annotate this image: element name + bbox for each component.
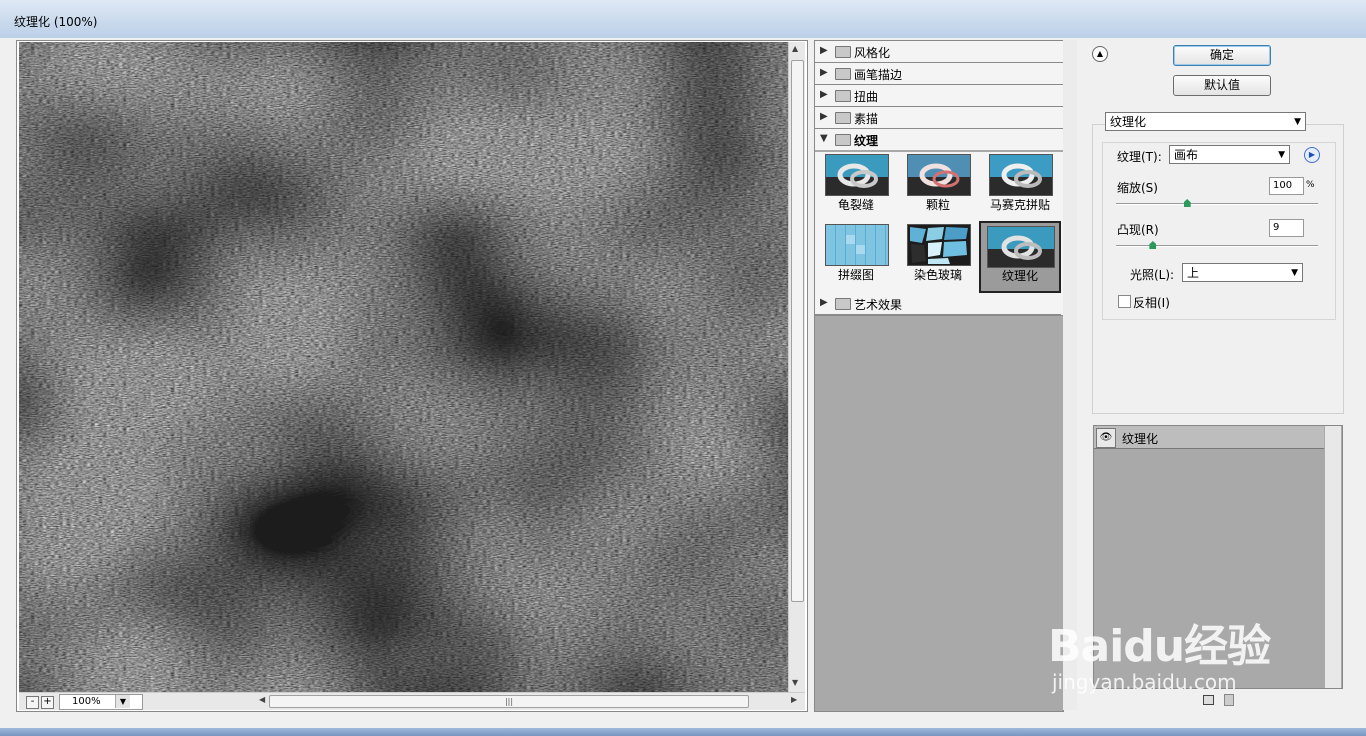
title-bar: 纹理化 (100%) <box>0 0 1366 39</box>
scale-input[interactable]: 100 <box>1269 177 1304 195</box>
light-select-value: 上 <box>1187 266 1200 280</box>
filter-caption: 拼缀图 <box>837 268 874 282</box>
grain-thumbnail <box>907 154 971 196</box>
effect-layer-row[interactable]: 👁 纹理化 <box>1094 426 1324 449</box>
folder-icon <box>835 68 851 80</box>
invert-label: 反相(I) <box>1133 296 1170 310</box>
craquelure-thumbnail <box>825 154 889 196</box>
scroll-up-icon[interactable]: ▲ <box>792 44 798 53</box>
relief-label: 凸现(R) <box>1117 223 1159 237</box>
watermark-url: jingyan.baidu.com <box>1052 670 1237 694</box>
filter-select[interactable]: 纹理化 ▼ <box>1105 112 1306 131</box>
baidu-watermark: Baidu经验 jingyan.baidu.com <box>1048 592 1348 702</box>
eye-icon[interactable]: 👁 <box>1096 428 1116 448</box>
filter-caption: 龟裂缝 <box>837 198 874 212</box>
preview-bottom-bar: - + 100% ▼ ◀ ||| ▶ <box>19 692 805 710</box>
filter-caption: 马赛克拼贴 <box>989 198 1050 212</box>
expand-icon: ▶ <box>820 89 828 100</box>
scroll-down-icon[interactable]: ▼ <box>792 678 798 687</box>
filter-caption: 纹理化 <box>1001 269 1038 283</box>
zoom-dropdown-icon[interactable]: ▼ <box>115 695 130 708</box>
scroll-thumb[interactable] <box>791 60 804 602</box>
collapse-gallery-icon[interactable]: ▲ <box>1092 46 1108 62</box>
window-title: 纹理化 (100%) <box>14 15 98 29</box>
texture-label: 纹理(T): <box>1117 150 1162 164</box>
scale-slider-track[interactable] <box>1116 203 1318 205</box>
category-label: 风格化 <box>854 46 891 60</box>
filter-caption: 颗粒 <box>925 198 950 212</box>
scale-label: 缩放(S) <box>1117 181 1158 195</box>
folder-icon <box>835 112 851 124</box>
expand-icon: ▶ <box>820 67 828 78</box>
taskbar <box>0 728 1366 736</box>
category-sketch[interactable]: ▶ 素描 <box>815 107 1063 129</box>
ok-button[interactable]: 确定 <box>1173 45 1271 66</box>
relief-input[interactable]: 9 <box>1269 219 1304 237</box>
watermark-brand: Baidu经验 <box>1048 621 1271 672</box>
filter-craquelure[interactable]: 龟裂缝 <box>823 152 889 220</box>
category-label: 素描 <box>854 112 879 126</box>
folder-icon <box>835 298 851 310</box>
dropdown-arrow-icon: ▼ <box>1291 268 1298 278</box>
preview-vertical-scrollbar[interactable]: ▲ ▼ <box>788 42 805 692</box>
horizontal-scroll-thumb[interactable]: ||| <box>269 695 749 708</box>
patchwork-thumbnail <box>825 224 889 266</box>
light-label: 光照(L): <box>1130 268 1175 282</box>
dropdown-arrow-icon: ▼ <box>1278 150 1285 160</box>
expand-icon: ▶ <box>820 297 828 308</box>
stained-glass-thumbnail <box>907 224 971 266</box>
category-label: 纹理 <box>854 134 879 148</box>
category-brush-strokes[interactable]: ▶ 画笔描边 <box>815 63 1063 85</box>
expand-icon: ▶ <box>820 45 828 56</box>
category-label: 扭曲 <box>854 90 879 104</box>
filter-caption: 染色玻璃 <box>913 268 962 282</box>
category-texture[interactable]: ▼ 纹理 <box>815 129 1063 150</box>
selected-filter-texturizer[interactable]: 纹理化 <box>979 221 1061 293</box>
category-stylize[interactable]: ▶ 风格化 <box>815 41 1063 63</box>
filter-gallery: ▶ 风格化 ▶ 画笔描边 ▶ 扭曲 ▶ 素描 ▼ 纹理 龟裂缝 颗粒 马赛克拼贴… <box>814 40 1064 712</box>
zoom-level-field[interactable]: 100% <box>59 694 143 710</box>
load-texture-icon[interactable]: ▶ <box>1304 147 1320 163</box>
category-label: 画笔描边 <box>854 68 903 82</box>
zoom-in-button[interactable]: + <box>41 696 54 709</box>
texture-preview-image <box>19 42 788 692</box>
effect-layer-name: 纹理化 <box>1122 432 1159 446</box>
texture-select-value: 画布 <box>1174 148 1199 162</box>
folder-icon <box>835 46 851 58</box>
filter-patchwork[interactable]: 拼缀图 <box>823 222 889 290</box>
mosaic-tiles-thumbnail <box>989 154 1053 196</box>
scale-unit: % <box>1306 180 1315 190</box>
folder-open-icon <box>835 134 851 146</box>
texturizer-thumbnail <box>987 226 1055 268</box>
default-button[interactable]: 默认值 <box>1173 75 1271 96</box>
light-select[interactable]: 上 ▼ <box>1182 263 1303 282</box>
preview-canvas[interactable] <box>19 42 788 692</box>
zoom-out-button[interactable]: - <box>26 696 39 709</box>
texture-select[interactable]: 画布 ▼ <box>1169 145 1290 164</box>
scroll-right-icon[interactable]: ▶ <box>791 695 797 704</box>
invert-checkbox[interactable] <box>1118 295 1131 308</box>
category-label: 艺术效果 <box>854 298 903 312</box>
filter-mosaic-tiles[interactable]: 马赛克拼贴 <box>987 152 1053 220</box>
folder-icon <box>835 90 851 102</box>
filter-grain[interactable]: 颗粒 <box>905 152 971 220</box>
filter-select-value: 纹理化 <box>1110 115 1147 129</box>
expand-icon: ▶ <box>820 111 828 122</box>
filter-stained-glass[interactable]: 染色玻璃 <box>905 222 971 290</box>
collapse-icon: ▼ <box>820 133 828 144</box>
dropdown-arrow-icon: ▼ <box>1294 117 1301 127</box>
category-artistic[interactable]: ▶ 艺术效果 <box>815 293 1061 315</box>
scroll-left-icon[interactable]: ◀ <box>259 695 265 704</box>
category-distort[interactable]: ▶ 扭曲 <box>815 85 1063 107</box>
relief-slider-track[interactable] <box>1116 245 1318 247</box>
